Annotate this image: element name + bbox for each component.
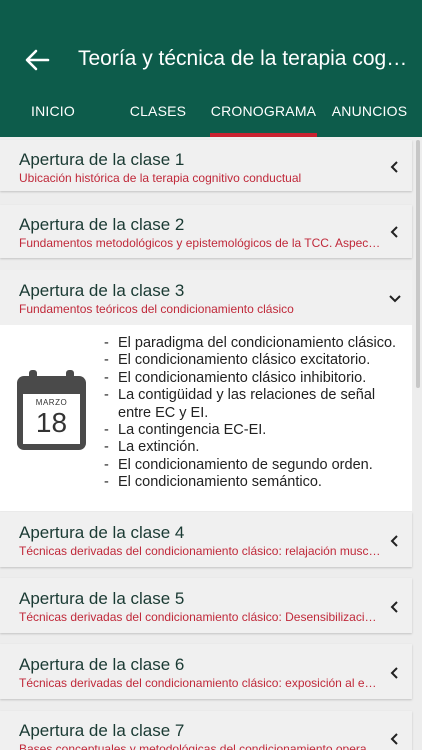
class-item-6[interactable]: Apertura de la clase 6 Técnicas derivada… bbox=[0, 644, 412, 699]
calendar-month: MARZO bbox=[35, 398, 68, 407]
class-item-1[interactable]: Apertura de la clase 1 Ubicación históri… bbox=[0, 140, 412, 191]
tab-inicio[interactable]: INICIO bbox=[0, 90, 106, 137]
class-title: Apertura de la clase 3 bbox=[19, 281, 185, 300]
class-title: Apertura de la clase 4 bbox=[19, 523, 185, 542]
chevron-left-icon bbox=[390, 161, 398, 173]
class-title: Apertura de la clase 2 bbox=[19, 215, 185, 234]
scrollbar[interactable] bbox=[416, 140, 420, 388]
topic-item: La extinción. bbox=[104, 439, 409, 457]
class-subtitle: Técnicas derivadas del condicionamiento … bbox=[19, 544, 381, 558]
class-item-2[interactable]: Apertura de la clase 2 Fundamentos metod… bbox=[0, 205, 412, 258]
tab-anuncios[interactable]: ANUNCIOS bbox=[317, 90, 422, 137]
chevron-left-icon bbox=[390, 226, 398, 238]
class-item-5[interactable]: Apertura de la clase 5 Técnicas derivada… bbox=[0, 578, 412, 633]
class-3-details: MARZO 18 El paradigma del condicionamien… bbox=[0, 325, 412, 511]
topic-item: La contigüidad y las relaciones de señal… bbox=[104, 387, 409, 422]
class-item-3[interactable]: Apertura de la clase 3 Fundamentos teóri… bbox=[0, 270, 412, 325]
topics-list: El paradigma del condicionamiento clásic… bbox=[104, 335, 409, 492]
tab-clases[interactable]: CLASES bbox=[106, 90, 210, 137]
class-title: Apertura de la clase 1 bbox=[19, 150, 185, 169]
chevron-down-icon bbox=[389, 295, 401, 303]
class-subtitle: Fundamentos metodológicos y epistemológi… bbox=[19, 236, 381, 250]
class-title: Apertura de la clase 6 bbox=[19, 655, 185, 674]
class-item-7[interactable]: Apertura de la clase 7 Bases conceptuale… bbox=[0, 711, 412, 750]
class-item-4[interactable]: Apertura de la clase 4 Técnicas derivada… bbox=[0, 512, 412, 567]
topic-item: El paradigma del condicionamiento clásic… bbox=[104, 335, 409, 353]
class-schedule-list: Apertura de la clase 1 Ubicación históri… bbox=[0, 137, 422, 750]
page-title: Teoría y técnica de la terapia cognitivo… bbox=[78, 47, 408, 70]
tab-bar: INICIO CLASES CRONOGRAMA ANUNCIOS bbox=[0, 90, 422, 137]
chevron-left-icon bbox=[390, 535, 398, 547]
app-bar: Teoría y técnica de la terapia cognitivo… bbox=[0, 0, 422, 137]
class-subtitle: Bases conceptuales y metodológicas del c… bbox=[19, 742, 381, 750]
chevron-left-icon bbox=[390, 667, 398, 679]
topic-item: El condicionamiento clásico inhibitorio. bbox=[104, 370, 409, 388]
calendar-day: 18 bbox=[35, 407, 68, 438]
topic-item: El condicionamiento semántico. bbox=[104, 474, 409, 492]
chevron-left-icon bbox=[390, 601, 398, 613]
class-subtitle: Fundamentos teóricos del condicionamient… bbox=[19, 302, 294, 316]
topic-item: La contingencia EC-EI. bbox=[104, 422, 409, 440]
class-title: Apertura de la clase 7 bbox=[19, 721, 185, 740]
class-subtitle: Ubicación histórica de la terapia cognit… bbox=[19, 171, 302, 185]
topic-item: El condicionamiento de segundo orden. bbox=[104, 457, 409, 475]
class-title: Apertura de la clase 5 bbox=[19, 589, 185, 608]
class-subtitle: Técnicas derivadas del condicionamiento … bbox=[19, 610, 381, 624]
tab-cronograma[interactable]: CRONOGRAMA bbox=[210, 90, 317, 137]
chevron-left-icon bbox=[390, 733, 398, 745]
class-subtitle: Técnicas derivadas del condicionamiento … bbox=[19, 676, 381, 690]
arrow-left-icon[interactable] bbox=[22, 46, 52, 74]
topic-item: El condicionamiento clásico excitatorio. bbox=[104, 352, 409, 370]
